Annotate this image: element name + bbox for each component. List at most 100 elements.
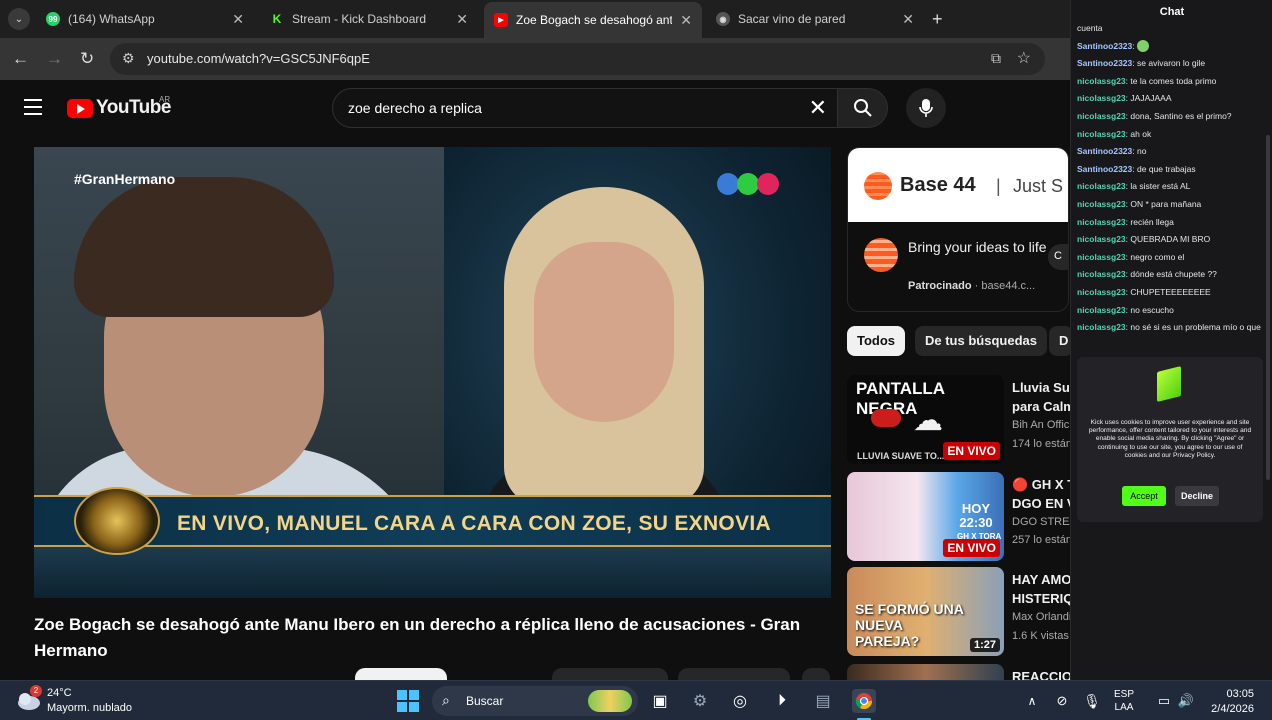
chat-title: Chat: [1159, 6, 1185, 18]
youtube-header: YouTube AR zoe derecho a replica ✕: [0, 80, 1070, 136]
like-button[interactable]: [552, 668, 668, 680]
chat-message-text: de que trabajas: [1137, 163, 1196, 174]
microphone-icon[interactable]: 🎙: [1080, 689, 1104, 713]
search-button[interactable]: [838, 88, 888, 128]
tab-close-icon[interactable]: ✕: [902, 11, 914, 28]
chat-message-text: la sister está AL: [1130, 181, 1191, 192]
settings-gear-icon[interactable]: ⚙: [688, 689, 712, 713]
new-tab-plus-icon[interactable]: +: [932, 9, 943, 30]
tab-close-icon[interactable]: ✕: [456, 11, 468, 28]
recommendation-item[interactable]: SE FORMÓ UNA NUEVA PAREJA? 1:27 HAY AMOR…: [847, 567, 1199, 657]
ad-banner: Base 44 | Just S: [848, 148, 1068, 222]
sponsored-ad-card[interactable]: Base 44 | Just S Bring your ideas to lif…: [847, 147, 1069, 312]
forward-arrow-icon[interactable]: →: [46, 49, 63, 69]
chat-username[interactable]: Santinoo2323: [1077, 164, 1132, 174]
network-off-icon[interactable]: ⊘: [1050, 689, 1074, 713]
media-player-icon[interactable]: ⏵: [770, 689, 794, 713]
voice-search-button[interactable]: [906, 88, 946, 128]
site-info-icon[interactable]: ⚙: [122, 50, 135, 67]
address-bar[interactable]: ⚙ youtube.com/watch?v=GSC5JNF6qpE ⧉ ☆: [110, 43, 1045, 75]
weather-condition[interactable]: Mayorm. nublado: [47, 702, 132, 714]
menu-hamburger-icon[interactable]: [24, 99, 42, 120]
video-thumbnail[interactable]: HOY 22:30 GH X TORA EN VIVO: [847, 472, 1004, 561]
chat-message: nicolassg23: no escucho: [1077, 304, 1174, 315]
chat-username[interactable]: Santinoo2323: [1077, 146, 1132, 156]
subscribe-button[interactable]: [355, 668, 447, 680]
system-clock[interactable]: 03:05 2/4/2026: [1200, 687, 1254, 717]
search-input[interactable]: zoe derecho a replica ✕: [332, 88, 838, 128]
more-actions-button[interactable]: [802, 668, 830, 680]
video-player[interactable]: #GranHermano EN VIVO, MANUEL CARA A CARA…: [34, 147, 831, 598]
ad-cta-button[interactable]: C: [1048, 244, 1068, 270]
recommendation-item[interactable]: HOY 22:30 GH X TORA EN VIVO 🔴 GH X T DGO…: [847, 472, 1107, 562]
chat-username[interactable]: Santinoo2323: [1077, 58, 1132, 68]
tab-kick-dashboard[interactable]: K Stream - Kick Dashboard ✕: [260, 4, 478, 34]
chat-username[interactable]: nicolassg23: [1077, 305, 1126, 315]
chat-username[interactable]: nicolassg23: [1077, 269, 1126, 279]
chat-username[interactable]: nicolassg23: [1077, 252, 1126, 262]
chat-username[interactable]: nicolassg23: [1077, 181, 1126, 191]
recommendation-item[interactable]: REACCION A "Sony vs Cogee": [847, 664, 1072, 680]
chat-scrollbar[interactable]: [1266, 135, 1270, 480]
obs-icon[interactable]: ◎: [728, 689, 752, 713]
windows-start-icon[interactable]: [396, 689, 420, 713]
accept-cookies-button[interactable]: Accept: [1122, 486, 1166, 506]
video-thumbnail[interactable]: SE FORMÓ UNA NUEVA PAREJA? 1:27: [847, 567, 1004, 656]
chrome-icon[interactable]: [852, 689, 876, 713]
clock-date: 2/4/2026: [1211, 703, 1254, 715]
chip-de-tus-busquedas[interactable]: De tus búsquedas: [915, 326, 1047, 356]
chat-message: Santinoo2323:: [1077, 38, 1263, 56]
tab-youtube-video[interactable]: ▶ Zoe Bogach se desahogó ante M ✕: [484, 2, 702, 38]
chat-username[interactable]: Santinoo2323: [1077, 41, 1132, 51]
install-app-icon[interactable]: ⧉: [991, 50, 1001, 67]
channel-name: DGO STREA: [1012, 516, 1072, 528]
show-hidden-icons-chevron-icon[interactable]: ∧: [1020, 689, 1044, 713]
ad-separator: |: [996, 176, 1001, 196]
reload-icon[interactable]: ↻: [80, 49, 94, 69]
decline-cookies-button[interactable]: Decline: [1175, 486, 1219, 506]
chat-message-text: ah ok: [1130, 128, 1152, 139]
tab-close-icon[interactable]: ✕: [232, 11, 244, 28]
chip-todos[interactable]: Todos: [847, 326, 906, 356]
search-icon: [853, 99, 872, 117]
recommendation-info: Lluvia Sua para Calm Bih An Offic 174 lo…: [1012, 378, 1072, 454]
chat-username[interactable]: nicolassg23: [1077, 217, 1126, 227]
chat-message: Santinoo2323: no: [1077, 146, 1147, 157]
display-icon[interactable]: ▭: [1152, 689, 1176, 713]
tab-sacar-vino[interactable]: ◉ Sacar vino de pared ✕: [706, 4, 924, 34]
bookmark-star-icon[interactable]: ☆: [1017, 48, 1031, 68]
weather-temperature[interactable]: 24°C: [47, 687, 72, 699]
tab-whatsapp[interactable]: 99 (164) WhatsApp ✕: [36, 4, 254, 34]
tab-close-icon[interactable]: ✕: [680, 12, 692, 29]
chat-username[interactable]: nicolassg23: [1077, 76, 1126, 86]
clear-search-icon[interactable]: ✕: [809, 95, 827, 121]
share-button[interactable]: [678, 668, 790, 680]
channel-name: Bih An Offic: [1012, 419, 1070, 431]
keyboard-layout: LAA: [1114, 702, 1134, 713]
back-arrow-icon[interactable]: ←: [12, 49, 29, 69]
task-view-icon[interactable]: ▣: [648, 689, 672, 713]
live-badge: EN VIVO: [943, 539, 1000, 557]
youtube-logo[interactable]: YouTube: [67, 97, 171, 119]
tab-search-chevron-icon[interactable]: ⌄: [8, 8, 30, 30]
chat-username[interactable]: nicolassg23: [1077, 287, 1126, 297]
input-language[interactable]: ESP LAA: [1114, 688, 1134, 714]
chat-username[interactable]: nicolassg23: [1077, 199, 1126, 209]
taskbar-search-box[interactable]: ⌕ Buscar: [432, 686, 638, 716]
chat-message: nicolassg23: CHUPETEEEEEEEE: [1077, 286, 1211, 297]
chat-message: nicolassg23: QUEBRADA MI BRO: [1077, 234, 1211, 245]
chat-message: nicolassg23: recién llega: [1077, 216, 1174, 227]
duration-badge: 1:27: [969, 638, 1000, 652]
chat-username[interactable]: nicolassg23: [1077, 129, 1126, 139]
chat-username[interactable]: nicolassg23: [1077, 93, 1126, 103]
chat-username[interactable]: nicolassg23: [1077, 322, 1126, 332]
chat-message: nicolassg23: dónde está chupete ??: [1077, 269, 1217, 280]
app-icon[interactable]: ▤: [811, 689, 835, 713]
video-thumbnail[interactable]: [847, 664, 1004, 680]
whatsapp-icon: 99: [46, 12, 60, 26]
video-thumbnail[interactable]: PANTALLA NEGRA ☁ LLUVIA SUAVE TO... EN V…: [847, 375, 1004, 464]
recommendation-item[interactable]: PANTALLA NEGRA ☁ LLUVIA SUAVE TO... EN V…: [847, 375, 1072, 465]
chat-username[interactable]: nicolassg23: [1077, 111, 1126, 121]
chat-username[interactable]: nicolassg23: [1077, 234, 1126, 244]
volume-icon[interactable]: 🔊: [1174, 689, 1198, 713]
